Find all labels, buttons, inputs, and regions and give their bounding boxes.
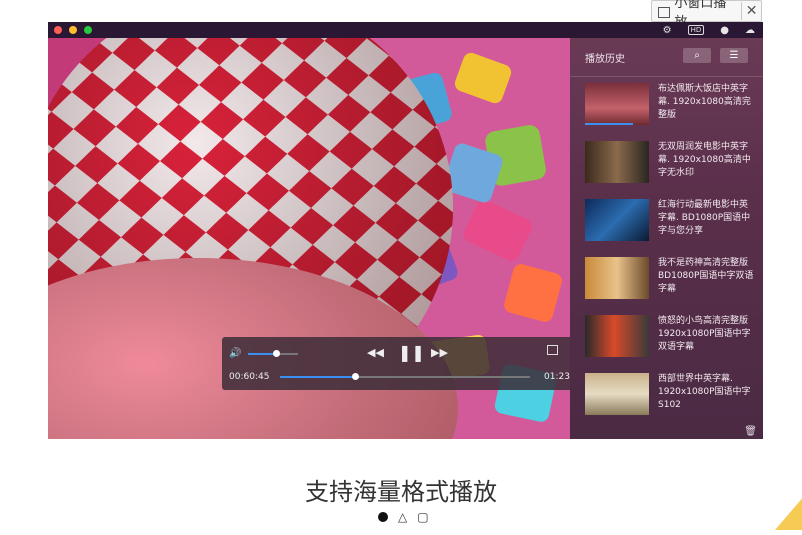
history-item[interactable]: 愤怒的小鸟高清完整版1920x1080P国语中字双语字幕 bbox=[585, 315, 755, 357]
close-window-button[interactable] bbox=[54, 26, 62, 34]
triangle-icon[interactable]: △ bbox=[398, 510, 407, 524]
history-item[interactable]: 我不是药神高清完整版 BD1080P国语中字双语字幕 bbox=[585, 257, 755, 299]
page-dot-active[interactable] bbox=[378, 512, 388, 522]
history-item[interactable]: 布达佩斯大饭店中英字幕. 1920x1080高清完整版 bbox=[585, 83, 755, 125]
video-thumbnail bbox=[585, 141, 649, 183]
history-title: 无双周润发电影中英字幕. 1920x1080高清中字无水印 bbox=[658, 142, 751, 178]
cloud-icon[interactable]: ☁ bbox=[745, 25, 755, 36]
search-button[interactable]: ⌕ bbox=[683, 48, 711, 63]
list-icon: ☰ bbox=[729, 50, 739, 61]
history-title: 西部世界中英字幕. 1920x1080P国语中字S102 bbox=[658, 374, 751, 410]
trash-icon[interactable]: 🗑 bbox=[744, 426, 757, 437]
progress-bar[interactable] bbox=[280, 373, 530, 380]
player-window: ⚙ HD ● ☁ 🔊 ◀◀ ❚❚ ▶▶ 00:60:45 01:23 播放历史 … bbox=[48, 22, 763, 439]
history-sidebar: 播放历史 ⌕ ☰ 布达佩斯大饭店中英字幕. 1920x1080高清完整版 无双周… bbox=[570, 38, 763, 439]
hd-icon[interactable]: HD bbox=[687, 25, 705, 35]
sidebar-title: 播放历史 bbox=[585, 54, 625, 65]
history-title: 我不是药神高清完整版 BD1080P国语中字双语字幕 bbox=[658, 258, 754, 294]
close-icon[interactable]: ✕ bbox=[742, 3, 761, 19]
history-title: 布达佩斯大饭店中英字幕. 1920x1080高清完整版 bbox=[658, 84, 751, 120]
end-time: 01:23 bbox=[544, 372, 570, 382]
video-thumbnail bbox=[585, 199, 649, 241]
history-item[interactable]: 西部世界中英字幕. 1920x1080P国语中字S102 bbox=[585, 373, 755, 415]
history-item[interactable]: 红海行动最新电影中英字幕. BD1080P国语中字与您分享 bbox=[585, 199, 755, 241]
current-time: 00:60:45 bbox=[229, 372, 270, 382]
minimize-window-button[interactable] bbox=[69, 26, 77, 34]
mini-window-icon[interactable] bbox=[547, 345, 558, 355]
title-bar: ⚙ HD ● ☁ bbox=[48, 22, 763, 38]
video-thumbnail bbox=[585, 315, 649, 357]
menu-button[interactable]: ☰ bbox=[720, 48, 748, 63]
mini-window-icon bbox=[658, 6, 671, 18]
volume-handle[interactable] bbox=[272, 350, 280, 357]
video-thumbnail bbox=[585, 373, 649, 415]
mini-window-play-button[interactable]: 小窗口播放 ✕ bbox=[651, 0, 762, 30]
search-icon: ⌕ bbox=[694, 50, 700, 61]
rewind-icon[interactable]: ◀◀ bbox=[367, 346, 384, 359]
video-area[interactable]: 🔊 ◀◀ ❚❚ ▶▶ 00:60:45 01:23 bbox=[48, 38, 570, 439]
globe-icon[interactable]: ● bbox=[720, 25, 729, 36]
volume-slider[interactable] bbox=[248, 350, 298, 357]
square-icon[interactable]: ▢ bbox=[417, 510, 428, 524]
history-title: 红海行动最新电影中英字幕. BD1080P国语中字与您分享 bbox=[658, 200, 751, 236]
zoom-window-button[interactable] bbox=[84, 26, 92, 34]
playback-controls: 🔊 ◀◀ ❚❚ ▶▶ 00:60:45 01:23 bbox=[222, 337, 570, 390]
history-title: 愤怒的小鸟高清完整版1920x1080P国语中字双语字幕 bbox=[658, 316, 751, 352]
video-thumbnail bbox=[585, 83, 649, 125]
pause-icon[interactable]: ❚❚ bbox=[398, 343, 425, 362]
progress-handle[interactable] bbox=[352, 373, 359, 380]
gear-icon[interactable]: ⚙ bbox=[663, 25, 672, 36]
history-item[interactable]: 无双周润发电影中英字幕. 1920x1080高清中字无水印 bbox=[585, 141, 755, 183]
watch-progress bbox=[585, 123, 633, 125]
video-thumbnail bbox=[585, 257, 649, 299]
decorative-shape bbox=[775, 498, 802, 530]
feature-caption: 支持海量格式播放 bbox=[305, 478, 497, 506]
sidebar-header: 播放历史 ⌕ ☰ bbox=[570, 38, 763, 77]
carousel-pagination: △ ▢ bbox=[378, 510, 429, 524]
fast-forward-icon[interactable]: ▶▶ bbox=[431, 346, 448, 359]
volume-icon[interactable]: 🔊 bbox=[229, 348, 241, 359]
